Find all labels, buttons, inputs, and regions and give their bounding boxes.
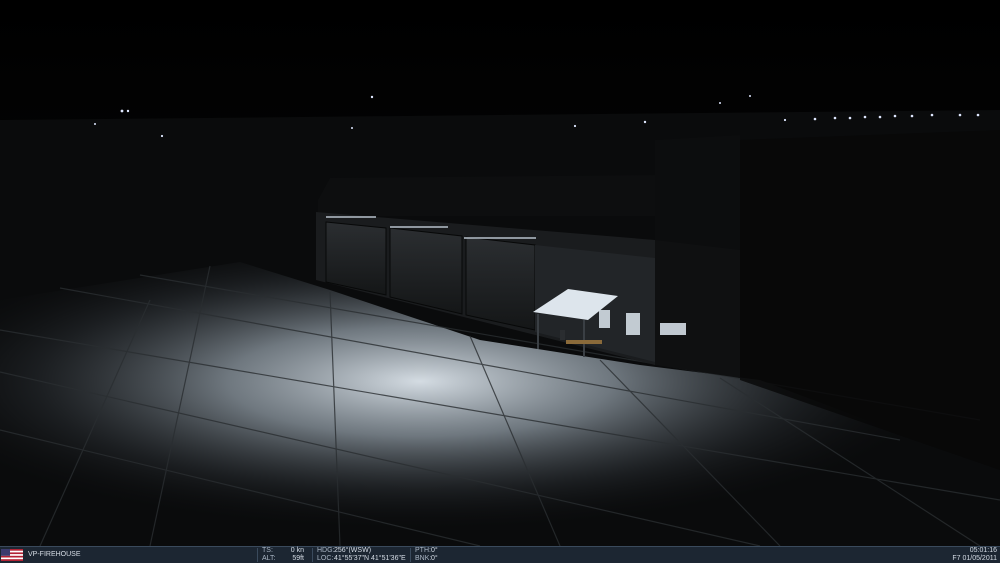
hangar-side xyxy=(655,240,740,378)
game-viewport xyxy=(0,0,1000,546)
separator xyxy=(312,548,313,562)
separator xyxy=(410,548,411,562)
hdg-label: HDG: xyxy=(317,547,335,554)
separator xyxy=(257,548,258,562)
pth-label: PTH: xyxy=(415,547,431,554)
hangar-door-3 xyxy=(465,236,536,331)
bench xyxy=(566,340,602,344)
hdg-value: 256°(WSW) xyxy=(334,547,372,554)
clock-time: 05:01:16 xyxy=(969,547,997,554)
unit-name: VP-FIREHOUSE xyxy=(28,551,81,558)
hangar-door-1 xyxy=(325,221,387,296)
us-flag-icon xyxy=(1,549,23,561)
ts-label: TS: xyxy=(262,547,273,554)
status-bar: VP-FIREHOUSE TS: 0 kn ALT: 59ft HDG: 256… xyxy=(0,546,1000,563)
ts-value: 0 kn xyxy=(290,547,304,554)
pth-value: 0° xyxy=(431,547,438,554)
